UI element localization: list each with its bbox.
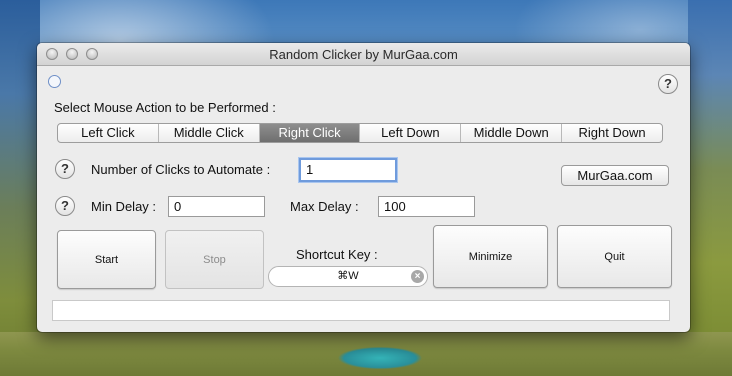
- clear-icon[interactable]: ×: [411, 270, 424, 283]
- segment-left-click[interactable]: Left Click: [58, 124, 159, 142]
- min-delay-input[interactable]: 0: [168, 196, 265, 217]
- minimize-button-label: Minimize: [468, 250, 513, 263]
- segment-left-down[interactable]: Left Down: [360, 124, 462, 142]
- desktop-background-left: [0, 0, 40, 376]
- minimize-button[interactable]: Minimize: [433, 225, 548, 288]
- shortcut-value: ⌘W: [337, 270, 359, 282]
- murgaa-button[interactable]: MurGaa.com: [561, 165, 669, 186]
- max-delay-input[interactable]: 100: [378, 196, 475, 217]
- start-button[interactable]: Start: [57, 230, 156, 289]
- segment-middle-down[interactable]: Middle Down: [461, 124, 563, 142]
- segment-right-click[interactable]: Right Click: [259, 124, 361, 142]
- segment-right-down[interactable]: Right Down: [562, 124, 662, 142]
- title-bar[interactable]: Random Clicker by MurGaa.com: [37, 43, 690, 66]
- help-icon[interactable]: ?: [658, 74, 678, 94]
- mouse-action-selector: Left Click Middle Click Right Click Left…: [57, 123, 663, 143]
- shortcut-field[interactable]: ⌘W ×: [268, 266, 428, 287]
- stop-button-label: Stop: [203, 253, 226, 266]
- status-bar: [52, 300, 670, 321]
- stop-button[interactable]: Stop: [165, 230, 264, 289]
- status-indicator-icon: [48, 75, 61, 88]
- desktop-river: [320, 336, 440, 376]
- quit-button[interactable]: Quit: [557, 225, 672, 288]
- start-button-label: Start: [94, 253, 119, 266]
- max-delay-label: Max Delay :: [290, 199, 359, 214]
- window-title: Random Clicker by MurGaa.com: [269, 47, 458, 62]
- clicks-help-icon[interactable]: ?: [55, 159, 75, 179]
- delay-help-icon[interactable]: ?: [55, 196, 75, 216]
- min-delay-label: Min Delay :: [91, 199, 157, 214]
- action-prompt-label: Select Mouse Action to be Performed :: [54, 100, 276, 115]
- clicks-label: Number of Clicks to Automate :: [91, 162, 271, 177]
- segment-middle-click[interactable]: Middle Click: [159, 124, 260, 142]
- desktop-background-right: [688, 0, 732, 376]
- clicks-input[interactable]: 1: [299, 158, 397, 182]
- shortcut-label: Shortcut Key :: [296, 247, 378, 262]
- app-window: Random Clicker by MurGaa.com ? Select Mo…: [37, 43, 690, 332]
- quit-button-label: Quit: [604, 250, 625, 263]
